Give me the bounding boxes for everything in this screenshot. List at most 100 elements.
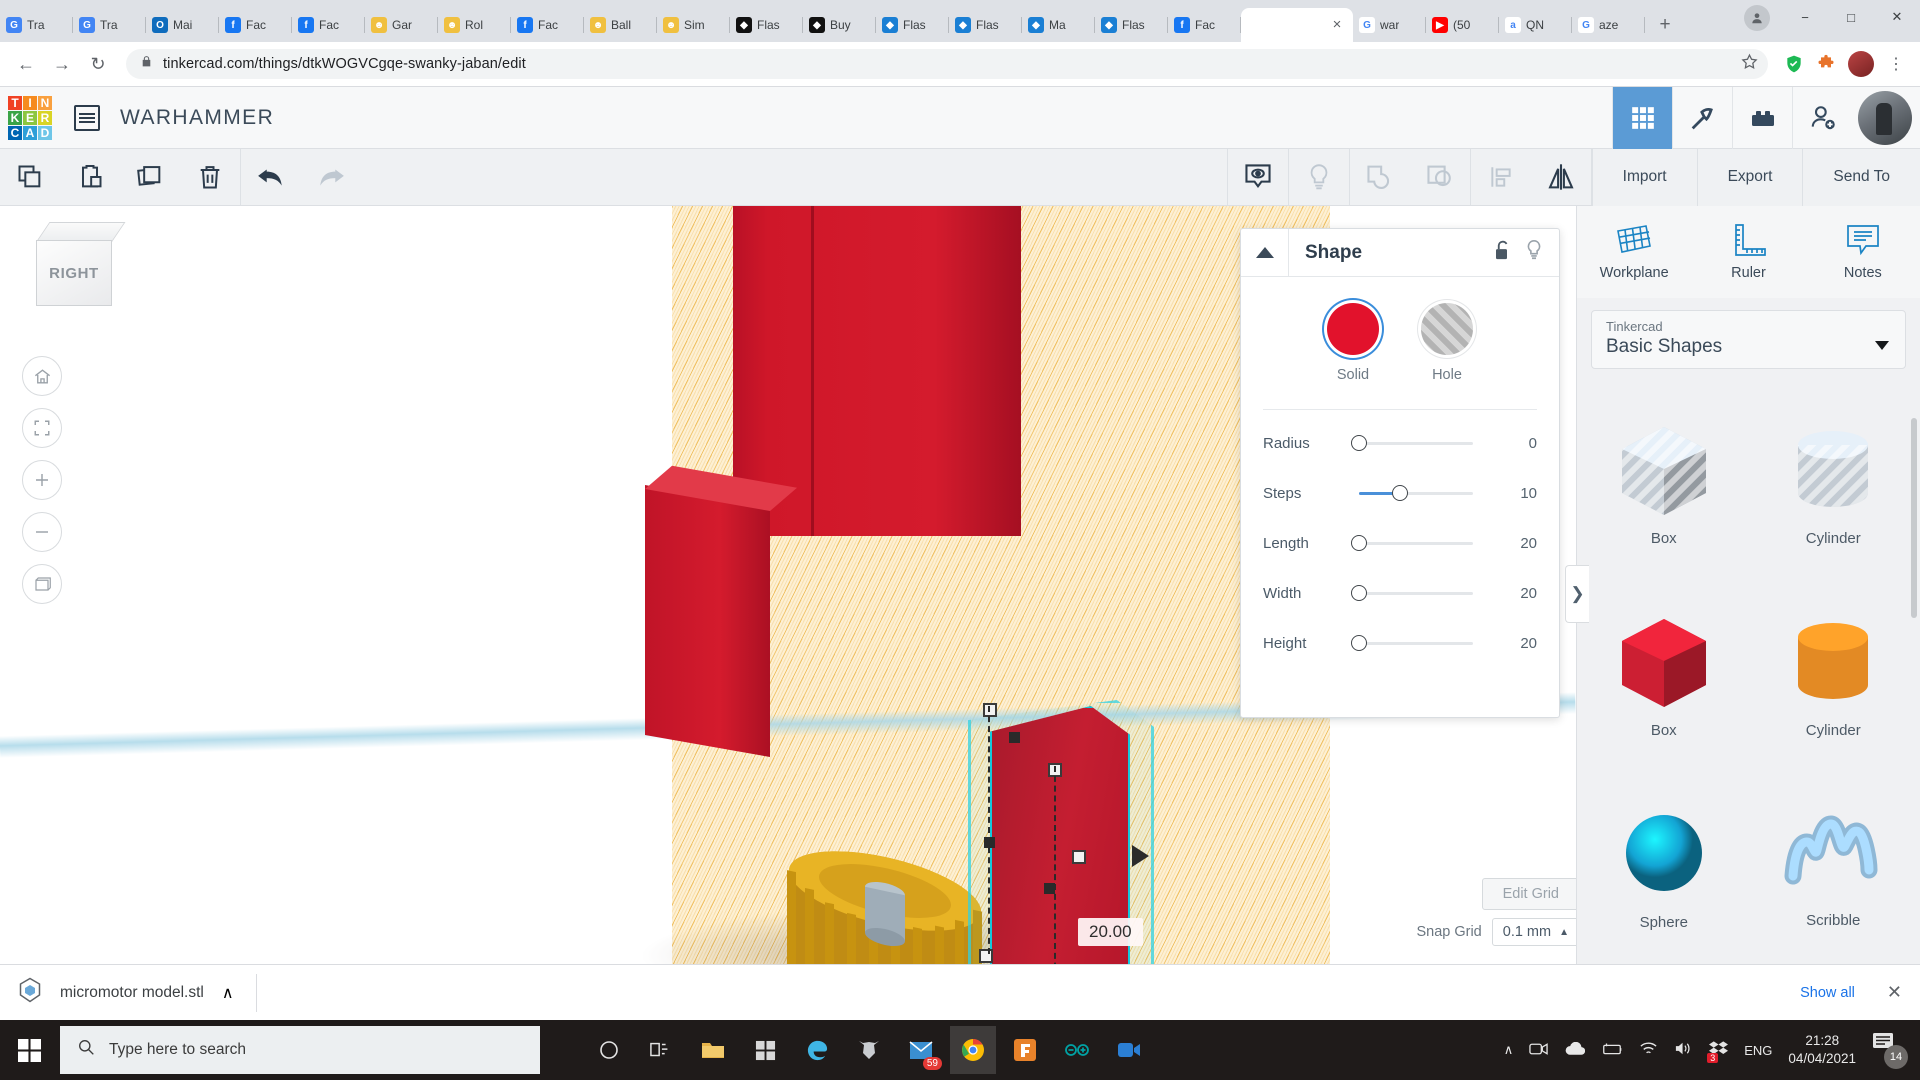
- height-dimension-label[interactable]: 20.00: [1078, 918, 1143, 946]
- solid-color-swatch[interactable]: [1327, 303, 1379, 355]
- edge-button[interactable]: [794, 1026, 840, 1074]
- browser-tab[interactable]: Gaze: [1572, 8, 1645, 42]
- browser-tab[interactable]: fFac: [511, 8, 584, 42]
- dropbox-icon[interactable]: 3: [1709, 1041, 1728, 1060]
- redo-button[interactable]: [301, 149, 361, 205]
- highlight-button[interactable]: [1289, 149, 1349, 205]
- param-slider[interactable]: [1349, 483, 1483, 503]
- browser-tab[interactable]: Gwar: [1353, 8, 1426, 42]
- param-value[interactable]: 20: [1495, 535, 1537, 552]
- shape-library-item[interactable]: Box: [1581, 389, 1747, 577]
- flashprint-button[interactable]: [1002, 1026, 1048, 1074]
- browser-tab[interactable]: ◆Flas: [1095, 8, 1168, 42]
- shape-library-dropdown[interactable]: Tinkercad Basic Shapes: [1591, 310, 1906, 369]
- collapse-panel-button[interactable]: [1241, 229, 1289, 277]
- export-button[interactable]: Export: [1697, 149, 1803, 206]
- avatar[interactable]: [1858, 91, 1912, 145]
- cortana-button[interactable]: [586, 1026, 632, 1074]
- slider-knob[interactable]: [1392, 485, 1408, 501]
- action-center-button[interactable]: 14: [1872, 1031, 1908, 1069]
- shield-check-icon[interactable]: [1780, 50, 1808, 78]
- profile-avatar[interactable]: [1848, 51, 1874, 77]
- move-arrow-icon[interactable]: [1132, 845, 1149, 867]
- minimize-window-button[interactable]: −: [1782, 0, 1828, 34]
- file-explorer-button[interactable]: [690, 1026, 736, 1074]
- param-value[interactable]: 20: [1495, 585, 1537, 602]
- browser-tab[interactable]: fFac: [219, 8, 292, 42]
- edit-grid-button[interactable]: Edit Grid: [1482, 878, 1580, 910]
- browser-profile-icon[interactable]: [1744, 5, 1770, 31]
- param-slider[interactable]: [1349, 433, 1483, 453]
- mail-button[interactable]: 59: [898, 1026, 944, 1074]
- shape-library-item[interactable]: Scribble: [1751, 773, 1917, 961]
- copy-button[interactable]: [0, 149, 60, 205]
- slider-knob[interactable]: [1351, 535, 1367, 551]
- show-all-button[interactable]: Show all: [1786, 979, 1869, 1007]
- tray-chevron-icon[interactable]: ∧: [1504, 1042, 1514, 1058]
- screen-record-icon[interactable]: [1529, 1041, 1548, 1060]
- clock[interactable]: 21:28 04/04/2021: [1788, 1032, 1856, 1068]
- hole-swatch[interactable]: [1421, 303, 1473, 355]
- red-left-block-shape[interactable]: [645, 485, 770, 757]
- mirror-button[interactable]: [1531, 149, 1591, 205]
- ungroup-button[interactable]: [1410, 149, 1470, 205]
- tinkercad-logo[interactable]: TINKERCAD: [8, 96, 52, 140]
- resize-handle-right[interactable]: [1072, 850, 1086, 864]
- invite-people-button[interactable]: [1792, 87, 1852, 149]
- duplicate-button[interactable]: [120, 149, 180, 205]
- snap-grid-select[interactable]: 0.1 mm ▲: [1492, 918, 1580, 946]
- star-icon[interactable]: [1741, 53, 1758, 75]
- gold-gear-shape[interactable]: [770, 771, 1000, 964]
- sidebar-item-ruler[interactable]: Ruler: [1691, 206, 1805, 298]
- lightbulb-icon[interactable]: [1525, 239, 1543, 266]
- microsoft-store-button[interactable]: [742, 1026, 788, 1074]
- param-slider[interactable]: [1349, 633, 1483, 653]
- send-to-button[interactable]: Send To: [1802, 149, 1920, 206]
- resize-handle-bottom-left[interactable]: [979, 949, 993, 963]
- param-value[interactable]: 20: [1495, 635, 1537, 652]
- onedrive-icon[interactable]: [1564, 1042, 1585, 1059]
- download-item[interactable]: micromotor model.stl ∧: [18, 974, 257, 1012]
- sidebar-item-workplane[interactable]: Workplane: [1577, 206, 1691, 298]
- param-value[interactable]: 10: [1495, 485, 1537, 502]
- overflow-menu-icon[interactable]: ⋮: [1882, 50, 1910, 78]
- browser-tab[interactable]: ▶(50: [1426, 8, 1499, 42]
- gallery-grid-button[interactable]: [1612, 87, 1672, 149]
- sidebar-item-notes[interactable]: Notes: [1806, 206, 1920, 298]
- task-view-button[interactable]: [638, 1026, 684, 1074]
- battery-icon[interactable]: [1601, 1042, 1623, 1059]
- sidebar-collapse-toggle[interactable]: ❯: [1565, 565, 1589, 623]
- view-cube[interactable]: RIGHT: [28, 222, 124, 310]
- reload-button[interactable]: ↻: [82, 48, 114, 80]
- browser-tab[interactable]: GTra: [0, 8, 73, 42]
- slider-knob[interactable]: [1351, 585, 1367, 601]
- paste-button[interactable]: [60, 149, 120, 205]
- unlocked-padlock-icon[interactable]: [1492, 239, 1511, 266]
- browser-tab[interactable]: ☻Rol: [438, 8, 511, 42]
- language-indicator[interactable]: ENG: [1744, 1043, 1772, 1058]
- fit-to-view-button[interactable]: [22, 408, 62, 448]
- shape-library-item[interactable]: Sphere: [1581, 773, 1747, 961]
- param-slider[interactable]: [1349, 583, 1483, 603]
- zoom-out-button[interactable]: [22, 512, 62, 552]
- browser-tab[interactable]: ☻Sim: [657, 8, 730, 42]
- chrome-button[interactable]: [950, 1026, 996, 1074]
- browser-tab[interactable]: fFac: [1168, 8, 1241, 42]
- view-cube-top-face[interactable]: [36, 222, 125, 242]
- close-download-bar-button[interactable]: ✕: [1887, 982, 1902, 1003]
- browser-tab[interactable]: ◆Flas: [730, 8, 803, 42]
- search-input[interactable]: Type here to search: [60, 1026, 540, 1074]
- address-bar[interactable]: tinkercad.com/things/dtkWOGVCgqe-swanky-…: [126, 49, 1768, 79]
- volume-icon[interactable]: [1674, 1041, 1693, 1059]
- camera-button[interactable]: [1106, 1026, 1152, 1074]
- puzzle-extension-icon[interactable]: [1812, 50, 1840, 78]
- shape-library-item[interactable]: Cylinder: [1751, 389, 1917, 577]
- game-button[interactable]: [846, 1026, 892, 1074]
- browser-tab[interactable]: ☻Ball: [584, 8, 657, 42]
- shape-library-item[interactable]: Cylinder: [1751, 581, 1917, 769]
- param-value[interactable]: 0: [1495, 435, 1537, 452]
- forward-button[interactable]: →: [46, 48, 78, 80]
- view-cube-front-face[interactable]: RIGHT: [36, 240, 112, 306]
- zoom-in-button[interactable]: [22, 460, 62, 500]
- browser-tab[interactable]: fFac: [292, 8, 365, 42]
